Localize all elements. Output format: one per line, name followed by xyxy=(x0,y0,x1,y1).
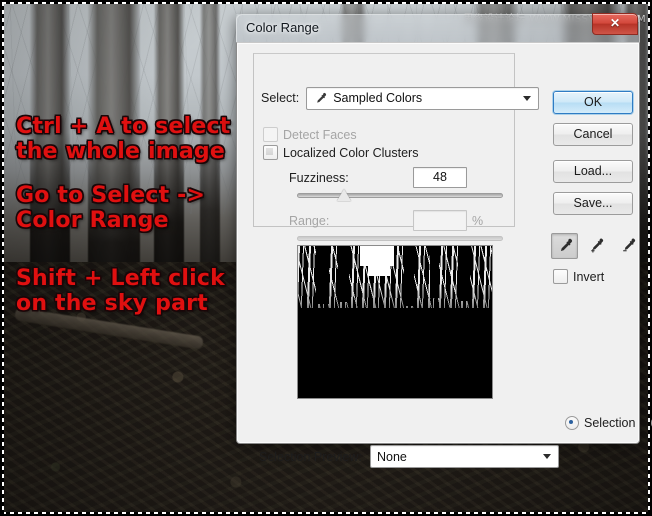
slider-thumb[interactable] xyxy=(337,189,351,201)
slider-track xyxy=(297,193,503,198)
preview-ground-black xyxy=(298,324,492,398)
checkbox-box xyxy=(263,127,278,142)
chevron-down-icon xyxy=(523,95,531,101)
detect-faces-checkbox[interactable]: Detect Faces xyxy=(263,127,357,142)
select-label: Select: xyxy=(261,91,300,105)
eyedropper-toolbar xyxy=(551,233,642,259)
annotation-step-2: Go to Select -> Color Range xyxy=(16,183,206,233)
photoshop-canvas: Ctrl + A to select the whole image Go to… xyxy=(0,0,652,516)
slider-track xyxy=(297,236,503,241)
eyedropper-plus-glyph xyxy=(591,238,604,252)
close-button[interactable]: ✕ xyxy=(592,13,638,35)
preview-mode-radio-group: Selection Image xyxy=(565,416,652,430)
selection-edge-bottom xyxy=(2,512,650,514)
annotation-step-3: Shift + Left click on the sky part xyxy=(16,266,225,316)
close-icon: ✕ xyxy=(609,16,621,30)
dialog-body: Select: Sampled Colors Detect Faces Loca… xyxy=(236,42,652,468)
eyedropper-glyph xyxy=(560,238,572,251)
selection-preview-row: Selection Preview: None xyxy=(259,445,559,468)
annotation-step-1: Ctrl + A to select the whole image xyxy=(16,114,231,164)
checkbox-box xyxy=(263,145,278,160)
range-input xyxy=(413,210,467,231)
range-slider xyxy=(297,231,503,245)
eyedropper-add-icon[interactable] xyxy=(583,233,610,259)
localized-color-clusters-checkbox[interactable]: Localized Color Clusters xyxy=(263,145,418,160)
eyedropper-icon xyxy=(317,92,327,103)
dialog-title: Color Range xyxy=(246,20,319,35)
selection-edge-right xyxy=(648,2,650,514)
selection-preview-label: Selection Preview: xyxy=(259,449,362,464)
eyedropper-subtract-icon[interactable] xyxy=(615,233,642,259)
localized-color-clusters-label: Localized Color Clusters xyxy=(283,145,419,160)
detect-faces-label: Detect Faces xyxy=(283,127,357,142)
radio-selection[interactable]: Selection xyxy=(565,416,635,430)
range-unit-label: % xyxy=(472,213,484,228)
checkbox-box xyxy=(553,269,568,284)
eyedropper-icon[interactable] xyxy=(551,233,578,259)
preview-sky-patch xyxy=(368,262,390,276)
invert-checkbox[interactable]: Invert xyxy=(553,269,604,284)
invert-label: Invert xyxy=(573,269,605,284)
cancel-button[interactable]: Cancel xyxy=(553,123,633,146)
range-label: Range: xyxy=(289,213,330,228)
color-range-dialog: Color Range ✕ Select: Sampled Colors Det… xyxy=(236,13,652,468)
chevron-down-icon xyxy=(543,454,551,459)
range-row: Range: % xyxy=(289,210,515,231)
fuzziness-label: Fuzziness: xyxy=(289,170,349,185)
eyedropper-minus-glyph xyxy=(623,238,636,251)
dialog-titlebar[interactable]: Color Range ✕ xyxy=(236,13,640,42)
fuzziness-row: Fuzziness: 48 xyxy=(289,167,515,188)
radio-selection-label: Selection xyxy=(584,416,636,430)
radio-dot xyxy=(565,416,579,430)
fuzziness-input[interactable]: 48 xyxy=(413,167,467,188)
select-value: Sampled Colors xyxy=(333,91,423,105)
selection-preview-dropdown[interactable]: None xyxy=(370,445,559,468)
ok-button[interactable]: OK xyxy=(553,91,633,114)
select-dropdown[interactable]: Sampled Colors xyxy=(306,86,539,110)
fuzziness-slider[interactable] xyxy=(297,188,503,202)
selection-preview-thumbnail[interactable] xyxy=(297,245,493,399)
selection-preview-value: None xyxy=(377,449,407,464)
select-row: Select: Sampled Colors xyxy=(261,86,539,110)
save-button[interactable]: Save... xyxy=(553,192,633,215)
dialog-button-column: OK Cancel Load... Save... xyxy=(553,91,633,224)
load-button[interactable]: Load... xyxy=(553,160,633,183)
